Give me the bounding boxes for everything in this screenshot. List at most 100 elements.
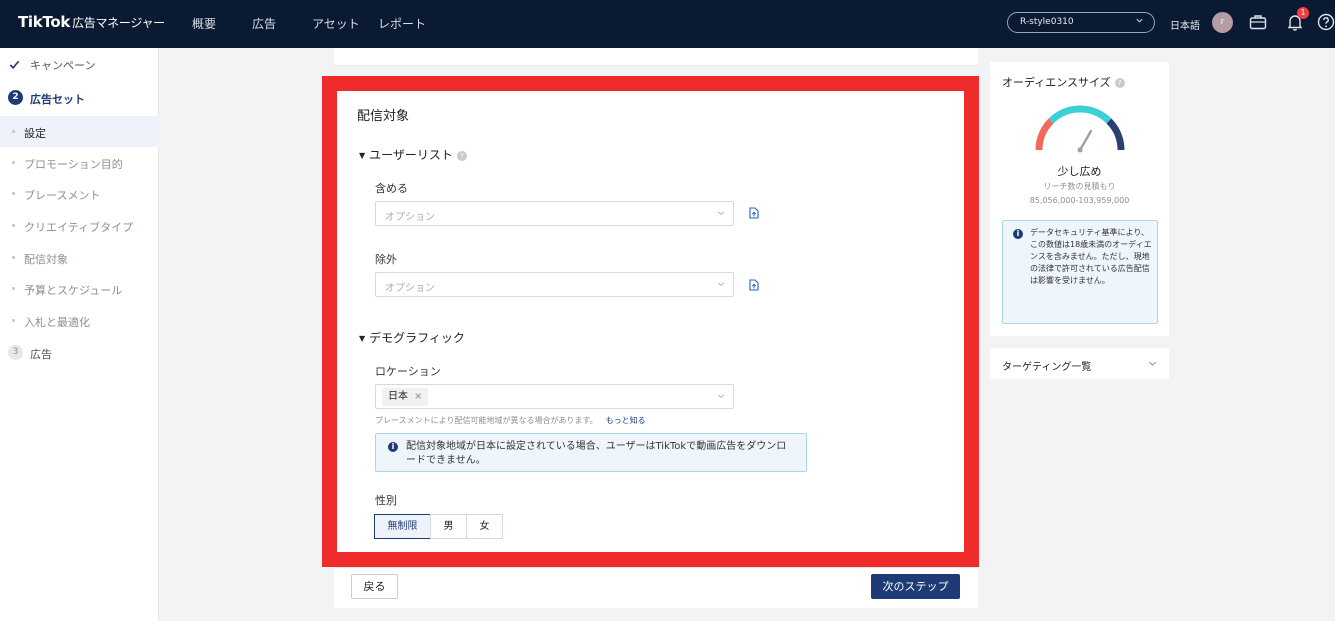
bullet-icon xyxy=(12,319,15,322)
avatar[interactable]: r xyxy=(1212,12,1233,33)
sidebar-subitem-promotion-goal[interactable]: プロモーション目的 xyxy=(0,147,159,178)
help-icon[interactable] xyxy=(1316,12,1335,32)
bullet-icon xyxy=(12,256,15,259)
include-label: 含める xyxy=(375,182,408,195)
placement-hint: プレースメントにより配信可能地域が異なる場合があります。 もっと知る xyxy=(375,415,646,426)
audience-size-card: オーディエンスサイズ? 少し広め リーチ数の見積もり 85,056,000-10… xyxy=(990,62,1169,336)
bullet-icon xyxy=(12,287,15,290)
nav-overview[interactable]: 概要 xyxy=(192,15,216,32)
sidebar-item-ad[interactable]: 3 広告 xyxy=(0,337,159,369)
section-heading: ユーザーリスト xyxy=(369,148,453,162)
exclude-select[interactable]: オプション xyxy=(375,272,734,297)
sidebar-subitem-placement[interactable]: プレースメント xyxy=(0,178,159,209)
gender-label: 性別 xyxy=(375,494,397,507)
logo-subtitle: 広告マネージャー xyxy=(72,16,165,30)
file-upload-icon[interactable] xyxy=(748,207,760,219)
account-name: R-style0310 xyxy=(1020,17,1074,27)
info-text: 配信対象地域が日本に設定されている場合、ユーザーはTikTokで動画広告をダウン… xyxy=(406,441,787,466)
next-step-button[interactable]: 次のステップ xyxy=(871,574,960,599)
exclude-label: 除外 xyxy=(375,253,397,266)
targeting-summary-label: ターゲティング一覧 xyxy=(1002,362,1092,373)
info-icon: i xyxy=(388,442,398,452)
reach-range: 85,056,000-103,959,000 xyxy=(1029,196,1130,205)
sidebar-subitem-settings[interactable]: 設定 xyxy=(0,116,159,147)
close-icon[interactable]: × xyxy=(414,391,422,402)
location-label: ロケーション xyxy=(375,365,441,378)
sidebar-sublabel: 入札と最適化 xyxy=(24,316,90,329)
sidebar-sublabel: クリエイティブタイプ xyxy=(24,221,134,234)
sidebar-item-campaign[interactable]: キャンペーン xyxy=(0,48,159,80)
sidebar-subitem-bidding[interactable]: 入札と最適化 xyxy=(0,305,159,336)
top-nav-bar: TikTok 広告マネージャー 概要 広告 アセット レポート R-style03… xyxy=(0,0,1335,48)
gender-option-male[interactable]: 男 xyxy=(430,514,467,539)
bullet-icon xyxy=(12,161,15,164)
gender-option-female[interactable]: 女 xyxy=(466,514,503,539)
help-icon[interactable]: ? xyxy=(456,151,467,161)
gender-option-unlimited[interactable]: 無制限 xyxy=(374,514,431,539)
include-placeholder: オプション xyxy=(385,212,435,223)
audience-level: 少し広め xyxy=(1057,165,1102,178)
nav-reports[interactable]: レポート xyxy=(378,15,426,32)
sidebar-sublabel: プレースメント xyxy=(24,189,101,202)
bullet-icon xyxy=(12,130,15,133)
audience-title-text: オーディエンスサイズ xyxy=(1002,76,1111,89)
language-switch[interactable]: 日本語 xyxy=(1170,17,1200,32)
location-tag: 日本 × xyxy=(382,388,429,406)
sidebar-sublabel: 予算とスケジュール xyxy=(24,284,123,297)
sidebar-sublabel: 設定 xyxy=(24,127,46,140)
targeting-summary-toggle[interactable]: ターゲティング一覧 xyxy=(990,348,1169,379)
targeting-panel: 配信対象 ▼ ユーザーリスト? 含める オプション 除外 オプション ▼ デモグラフ… xyxy=(337,91,964,552)
include-select[interactable]: オプション xyxy=(375,201,734,226)
audience-size-title: オーディエンスサイズ? xyxy=(1002,74,1125,90)
tiktok-logo[interactable]: TikTok 広告マネージャー xyxy=(18,13,165,31)
bullet-icon xyxy=(12,192,15,195)
check-icon xyxy=(9,60,20,69)
help-icon[interactable]: ? xyxy=(1114,78,1125,88)
caret-down-icon: ▼ xyxy=(359,151,366,160)
chevron-down-icon xyxy=(1149,361,1156,366)
logo-text: TikTok xyxy=(18,13,71,31)
back-button[interactable]: 戻る xyxy=(351,574,398,599)
exclude-placeholder: オプション xyxy=(385,283,435,294)
sidebar-label-ad: 広告 xyxy=(30,348,52,361)
sidebar-subitem-targeting[interactable]: 配信対象 xyxy=(0,242,159,273)
sidebar-item-adset[interactable]: 2 広告セット xyxy=(0,82,159,114)
user-list-section-toggle[interactable]: ▼ ユーザーリスト? xyxy=(359,146,467,163)
left-sidebar: キャンペーン 2 広告セット 設定 プロモーション目的 プレースメント クリエイ… xyxy=(0,48,159,621)
audience-gauge xyxy=(1035,105,1125,153)
bullet-icon xyxy=(12,224,15,227)
chevron-down-icon xyxy=(717,394,725,399)
nav-assets[interactable]: アセット xyxy=(312,15,360,32)
step-number-2: 2 xyxy=(8,90,23,105)
chevron-down-icon xyxy=(717,211,725,216)
step-number-3: 3 xyxy=(8,345,23,360)
page-title: 配信対象 xyxy=(357,109,410,124)
hint-text: プレースメントにより配信可能地域が異なる場合があります。 xyxy=(375,416,598,425)
sidebar-subitem-budget-schedule[interactable]: 予算とスケジュール xyxy=(0,273,159,304)
sidebar-sublabel: 配信対象 xyxy=(24,253,68,266)
sidebar-sublabel: プロモーション目的 xyxy=(24,158,123,171)
learn-more-link[interactable]: もっと知る xyxy=(606,416,646,425)
nav-ads[interactable]: 広告 xyxy=(252,15,276,32)
location-tag-label: 日本 xyxy=(388,391,408,402)
sidebar-subitem-creative-type[interactable]: クリエイティブタイプ xyxy=(0,210,159,241)
notification-badge: 1 xyxy=(1297,7,1309,19)
chevron-down-icon xyxy=(1136,18,1143,23)
audience-info-text: データセキュリティ基準により、この数値は18歳未満のオーディエンスを含みません。… xyxy=(1030,228,1152,285)
section-heading: デモグラフィック xyxy=(369,331,465,345)
info-icon: i xyxy=(1013,229,1023,239)
file-upload-icon[interactable] xyxy=(748,279,760,291)
chevron-down-icon xyxy=(717,282,725,287)
step-footer: 戻る 次のステップ xyxy=(334,567,978,608)
briefcase-icon[interactable] xyxy=(1248,12,1268,32)
reach-label: リーチ数の見積もり xyxy=(1043,182,1116,191)
account-selector[interactable]: R-style0310 xyxy=(1007,12,1155,33)
audience-info-box: i データセキュリティ基準により、この数値は18歳未満のオーディエンスを含みませ… xyxy=(1002,220,1158,324)
previous-section-card xyxy=(334,48,978,66)
caret-down-icon: ▼ xyxy=(359,334,366,343)
demographics-section-toggle[interactable]: ▼ デモグラフィック xyxy=(359,329,465,346)
sidebar-label-campaign: キャンペーン xyxy=(30,59,96,72)
location-info-box: i 配信対象地域が日本に設定されている場合、ユーザーはTikTokで動画広告をダ… xyxy=(375,433,807,472)
location-select[interactable]: 日本 × xyxy=(375,384,734,409)
sidebar-label-adset: 広告セット xyxy=(30,93,85,106)
